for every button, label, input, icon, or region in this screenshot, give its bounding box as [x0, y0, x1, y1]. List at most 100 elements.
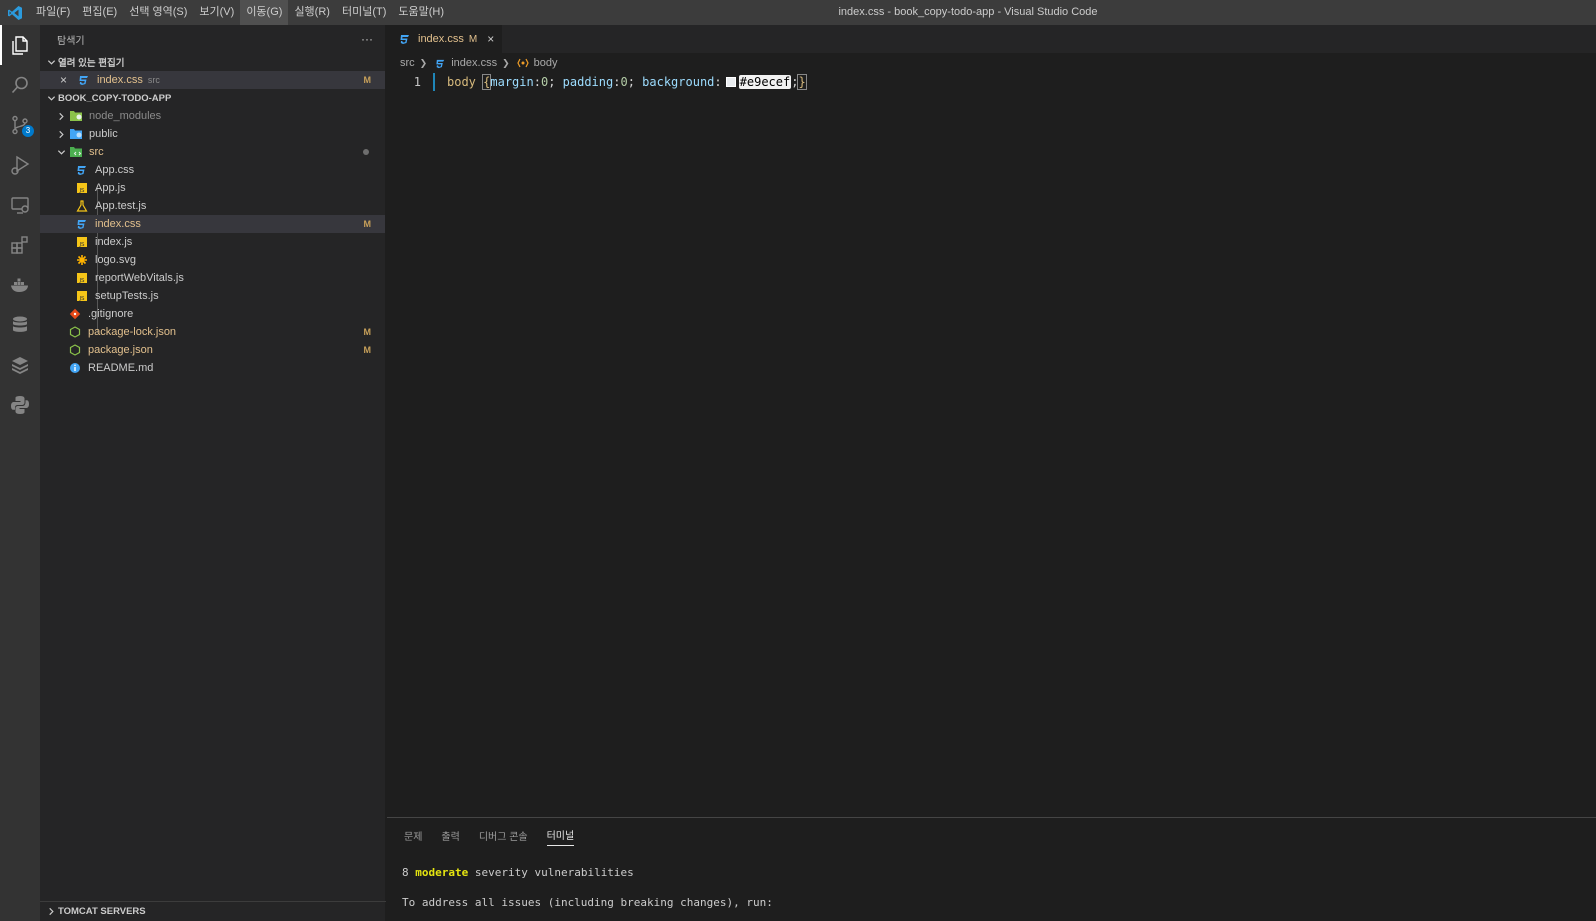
menu-view[interactable]: 보기(V): [193, 0, 240, 25]
symbol-selector-icon: [515, 56, 531, 70]
python-icon[interactable]: [0, 385, 40, 425]
npm-icon: [67, 343, 83, 357]
activity-bar: 3: [0, 25, 40, 921]
file-label: index.js: [95, 236, 133, 248]
file-label: App.css: [95, 164, 135, 176]
title-bar: 파일(F) 편집(E) 선택 영역(S) 보기(V) 이동(G) 실행(R) 터…: [0, 0, 1596, 25]
test-icon: [74, 199, 90, 213]
file-readme[interactable]: README.md: [40, 359, 385, 377]
docker-icon[interactable]: [0, 265, 40, 305]
open-editors-header[interactable]: 열려 있는 편집기: [40, 53, 385, 71]
file-package-lock[interactable]: package-lock.json M: [40, 323, 385, 341]
chevron-down-icon: [54, 148, 68, 157]
editor-tabs: index.css M ×: [387, 25, 1596, 53]
css-property: background: [642, 75, 715, 89]
severity-keyword: moderate: [415, 866, 469, 879]
js-icon: JS: [74, 271, 90, 285]
file-app-test-js[interactable]: App.test.js: [40, 197, 385, 215]
modified-badge: M: [363, 345, 372, 355]
database-icon[interactable]: [0, 305, 40, 345]
chevron-down-icon: [44, 94, 58, 103]
folder-node-modules[interactable]: node_modules: [40, 107, 385, 125]
run-debug-icon[interactable]: [0, 145, 40, 185]
chevron-right-icon: ❯: [502, 57, 510, 68]
file-index-js[interactable]: JS index.js: [40, 233, 385, 251]
modified-dot: [363, 149, 369, 155]
tab-terminal[interactable]: 터미널: [546, 824, 575, 846]
js-icon: JS: [74, 235, 90, 249]
breadcrumb-symbol[interactable]: body: [534, 57, 558, 69]
open-editor-item[interactable]: × index.css src M: [40, 71, 385, 89]
modified-badge: M: [363, 327, 372, 337]
color-value-highlight: #e9ecef: [738, 75, 792, 89]
menu-help[interactable]: 도움말(H): [392, 0, 450, 25]
svg-text:JS: JS: [78, 278, 85, 284]
css-property: margin: [490, 75, 534, 89]
info-icon: [67, 361, 83, 375]
tab-problems[interactable]: 문제: [404, 824, 422, 846]
code-line-1[interactable]: 1 body { margin : 0 ; padding : 0 ; back…: [387, 73, 1596, 91]
open-editors-label: 열려 있는 편집기: [58, 58, 125, 69]
file-setup-tests[interactable]: JS setupTests.js: [40, 287, 385, 305]
project-name: BOOK_COPY-TODO-APP: [58, 92, 172, 104]
file-gitignore[interactable]: .gitignore: [40, 305, 385, 323]
terminal-line: 8 moderate severity vulnerabilities: [402, 858, 1596, 888]
file-report-web-vitals[interactable]: JS reportWebVitals.js: [40, 269, 385, 287]
tab-label: index.css: [418, 33, 464, 45]
more-actions-icon[interactable]: ···: [361, 32, 373, 46]
folder-public[interactable]: public: [40, 125, 385, 143]
breadcrumb-folder[interactable]: src: [400, 57, 415, 69]
vuln-text: severity vulnerabilities: [474, 866, 634, 879]
modified-badge: M: [363, 219, 372, 229]
file-index-css[interactable]: index.css M: [40, 215, 385, 233]
file-logo-svg[interactable]: logo.svg: [40, 251, 385, 269]
file-label: .gitignore: [88, 308, 134, 320]
tab-index-css[interactable]: index.css M ×: [387, 25, 503, 53]
src-folder-icon: [68, 145, 84, 159]
tab-debug-console[interactable]: 디버그 콘솔: [479, 824, 528, 846]
chevron-right-icon: [44, 907, 58, 916]
close-icon[interactable]: ×: [487, 32, 494, 46]
file-label: README.md: [88, 362, 154, 374]
tomcat-servers-section[interactable]: TOMCAT SERVERS: [40, 901, 386, 921]
menu-go[interactable]: 이동(G): [240, 0, 289, 25]
explorer-sidebar: 탐색기 ··· 열려 있는 편집기 × index.css src M BOOK…: [40, 25, 386, 921]
color-swatch[interactable]: [725, 77, 736, 87]
folder-src[interactable]: src: [40, 143, 385, 161]
remote-explorer-icon[interactable]: [0, 185, 40, 225]
git-icon: [67, 307, 83, 321]
file-label: package.json: [88, 344, 153, 356]
explorer-icon[interactable]: [0, 25, 40, 65]
npm-icon: [67, 325, 83, 339]
tomcat-label: TOMCAT SERVERS: [58, 906, 146, 917]
open-editor-folder: src: [147, 75, 160, 85]
scm-badge: 3: [22, 125, 34, 137]
file-label: logo.svg: [95, 254, 136, 266]
search-icon[interactable]: [0, 65, 40, 105]
line-number: 1: [413, 75, 421, 89]
file-app-js[interactable]: JS App.js: [40, 179, 385, 197]
menu-selection[interactable]: 선택 영역(S): [123, 0, 193, 25]
file-label: setupTests.js: [95, 290, 159, 302]
file-app-css[interactable]: App.css: [40, 161, 385, 179]
terminal-output[interactable]: 8 moderate severity vulnerabilities To a…: [387, 858, 1596, 918]
vscode-logo-icon: [0, 0, 30, 25]
menu-edit[interactable]: 편집(E): [76, 0, 123, 25]
js-icon: JS: [74, 181, 90, 195]
breadcrumb-file[interactable]: index.css: [451, 57, 497, 69]
css-icon: [74, 217, 90, 231]
stack-icon[interactable]: [0, 345, 40, 385]
tab-output[interactable]: 출력: [441, 824, 459, 846]
project-header[interactable]: BOOK_COPY-TODO-APP: [40, 89, 385, 107]
css-icon: [74, 163, 90, 177]
file-package-json[interactable]: package.json M: [40, 341, 385, 359]
extensions-icon[interactable]: [0, 225, 40, 265]
close-icon[interactable]: ×: [60, 73, 74, 87]
breadcrumb: src ❯ index.css ❯ body: [387, 53, 1596, 73]
menu-run[interactable]: 실행(R): [288, 0, 336, 25]
file-label: App.js: [95, 182, 126, 194]
source-control-icon[interactable]: 3: [0, 105, 40, 145]
menu-terminal[interactable]: 터미널(T): [336, 0, 392, 25]
menu-file[interactable]: 파일(F): [30, 0, 76, 25]
file-label: package-lock.json: [88, 326, 177, 338]
